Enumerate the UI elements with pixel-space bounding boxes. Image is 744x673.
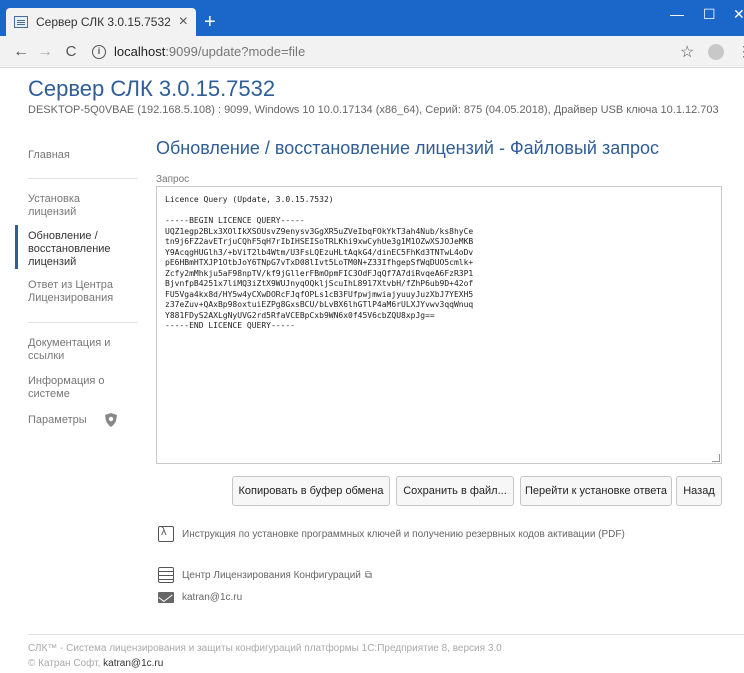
- save-to-file-button[interactable]: Сохранить в файл...: [396, 476, 514, 506]
- sidebar-divider: [28, 178, 138, 179]
- url-host: localhost: [114, 44, 166, 59]
- query-textarea[interactable]: Licence Query (Update, 3.0.15.7532) ----…: [156, 186, 722, 464]
- go-to-install-response-button[interactable]: Перейти к установке ответа: [520, 476, 672, 506]
- system-info: DESKTOP-5Q0VBAE (192.168.5.108) : 9099, …: [28, 104, 719, 116]
- window-close-button[interactable]: ✕: [733, 6, 744, 23]
- profile-avatar[interactable]: [708, 44, 724, 60]
- url-path: :9099/update?mode=file: [165, 44, 306, 59]
- email-link[interactable]: katran@1c.ru: [158, 592, 242, 603]
- browser-tab[interactable]: Сервер СЛК 3.0.15.7532 ×: [6, 8, 196, 36]
- browser-menu-icon[interactable]: ⋮: [737, 43, 744, 60]
- app-title: Сервер СЛК 3.0.15.7532: [28, 76, 276, 101]
- sidebar-item-settings[interactable]: Параметры: [28, 414, 98, 427]
- license-center-link[interactable]: Центр Лицензирования Конфигураций ⧉: [158, 567, 372, 583]
- textarea-resize-handle[interactable]: [712, 454, 720, 462]
- pdf-instruction-link[interactable]: Инструкция по установке программных ключ…: [158, 526, 625, 542]
- query-label: Запрос: [156, 174, 190, 185]
- sidebar-item-docs[interactable]: Документация и ссылки: [28, 337, 128, 363]
- sidebar-item-system-info[interactable]: Информация о системе: [28, 375, 128, 401]
- back-button[interactable]: Назад: [676, 476, 722, 506]
- sidebar-active-indicator: [15, 225, 18, 269]
- external-link-icon: ⧉: [364, 569, 373, 581]
- new-tab-button[interactable]: +: [204, 12, 216, 32]
- tab-close-icon[interactable]: ×: [179, 14, 188, 30]
- forward-arrow-icon[interactable]: →: [34, 43, 56, 61]
- page-title: Обновление / восстановление лицензий - Ф…: [156, 138, 660, 158]
- footer-copyright: © Катран Софт, katran@1c.ru: [28, 658, 163, 669]
- license-center-link-text[interactable]: Центр Лицензирования Конфигураций: [182, 570, 361, 581]
- pdf-icon: [158, 526, 174, 542]
- footer-copyright-text: © Катран Софт,: [28, 658, 104, 669]
- sidebar-item-center-response[interactable]: Ответ из Центра Лицензирования: [28, 279, 128, 305]
- window-maximize-button[interactable]: ☐: [703, 6, 716, 23]
- footer-product-info: СЛК™ - Система лицензирования и защиты к…: [28, 643, 502, 654]
- document-icon: [158, 567, 174, 583]
- copy-to-clipboard-button[interactable]: Копировать в буфер обмена: [232, 476, 390, 506]
- address-bar: ← → C i localhost:9099/update?mode=file: [0, 36, 744, 68]
- browser-titlebar: Сервер СЛК 3.0.15.7532 × + — ☐ ✕: [0, 0, 744, 36]
- footer-divider: [28, 634, 744, 635]
- mail-icon: [158, 592, 174, 603]
- sidebar-item-update-licenses[interactable]: Обновление / восстановление лицензий: [28, 230, 128, 269]
- sidebar-divider: [28, 322, 138, 323]
- pdf-instruction-link-text[interactable]: Инструкция по установке программных ключ…: [182, 529, 625, 540]
- sidebar-item-install-licenses[interactable]: Установка лицензий: [28, 193, 128, 219]
- back-arrow-icon[interactable]: ←: [10, 43, 32, 61]
- sidebar-item-home[interactable]: Главная: [28, 149, 128, 162]
- tab-title: Сервер СЛК 3.0.15.7532: [36, 15, 171, 29]
- shield-icon: [105, 413, 117, 427]
- url-field[interactable]: i localhost:9099/update?mode=file: [92, 44, 305, 59]
- bookmark-star-icon[interactable]: ☆: [680, 42, 694, 62]
- reload-icon[interactable]: C: [60, 43, 82, 60]
- site-info-icon[interactable]: i: [92, 44, 106, 59]
- page-favicon-icon: [14, 16, 28, 28]
- footer-email-link[interactable]: katran@1c.ru: [103, 658, 163, 669]
- email-link-text[interactable]: katran@1c.ru: [182, 592, 242, 603]
- window-minimize-button[interactable]: —: [670, 6, 684, 22]
